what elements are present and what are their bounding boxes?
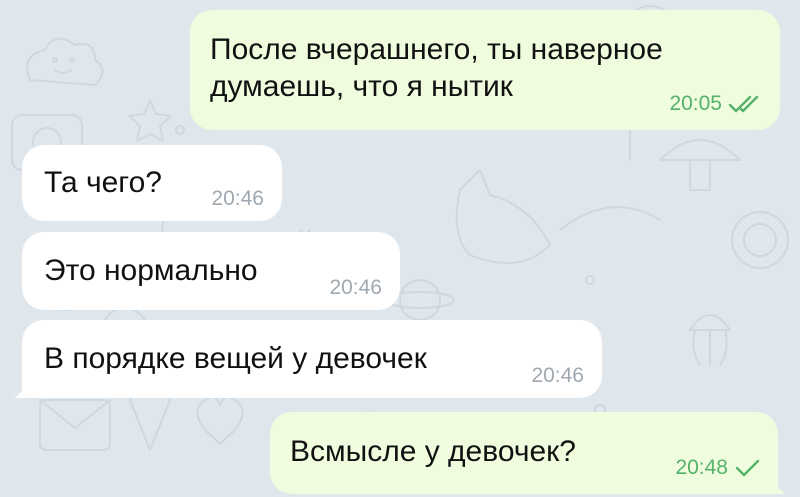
message-bubble-incoming[interactable]: Та чего? 20:46 xyxy=(22,145,282,221)
message-bubble-outgoing[interactable]: Всмысле у девочек? 20:48 xyxy=(270,412,778,494)
message-meta: 20:46 xyxy=(531,364,584,388)
message-bubble-outgoing[interactable]: После вчерашнего, ты наверное думаешь, ч… xyxy=(190,10,780,130)
message-bubble-incoming[interactable]: Это нормально 20:46 xyxy=(22,232,400,310)
message-text: В порядке вещей у девочек xyxy=(44,342,427,375)
message-time: 20:46 xyxy=(211,187,264,210)
message-text: Всмысле у девочек? xyxy=(290,435,576,468)
message-time: 20:05 xyxy=(669,92,722,115)
message-meta: 20:48 xyxy=(675,456,760,480)
message-text: Та чего? xyxy=(44,166,162,199)
bubble-tail-outgoing xyxy=(770,474,786,494)
single-check-icon xyxy=(735,459,760,477)
message-text: Это нормально xyxy=(44,254,258,287)
bubble-tail-incoming xyxy=(14,378,30,398)
message-bubble-incoming[interactable]: В порядке вещей у девочек 20:46 xyxy=(22,320,602,398)
double-check-icon xyxy=(728,95,759,113)
message-time: 20:48 xyxy=(675,456,728,479)
message-time: 20:46 xyxy=(531,364,584,387)
message-meta: 20:46 xyxy=(211,187,264,211)
message-time: 20:46 xyxy=(329,276,382,299)
message-meta: 20:46 xyxy=(329,276,382,300)
message-meta: 20:05 xyxy=(669,92,762,116)
message-line: думаешь, что я нытик xyxy=(210,70,513,103)
message-text: После вчерашнего, ты наверное думаешь, ч… xyxy=(210,31,663,105)
message-line: После вчерашнего, ты наверное xyxy=(210,33,663,66)
